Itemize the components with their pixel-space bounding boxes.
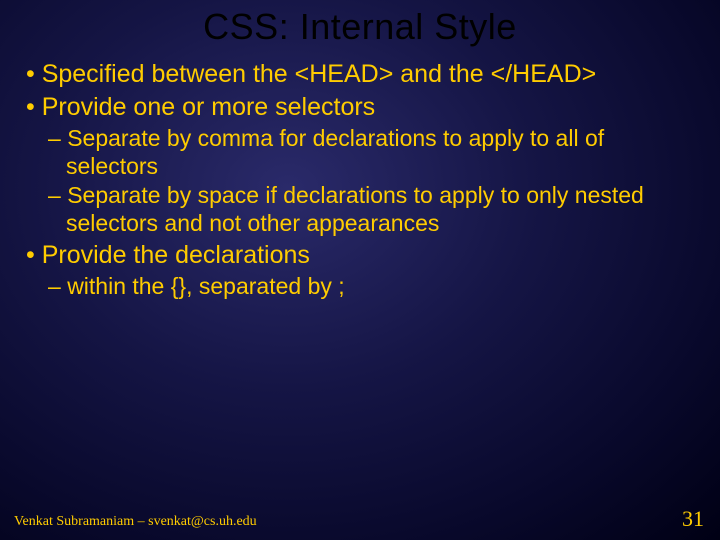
page-number: 31: [682, 506, 704, 532]
slide-title: CSS: Internal Style: [0, 0, 720, 48]
bullet-level1: Specified between the <HEAD> and the </H…: [26, 59, 702, 89]
footer-author: Venkat Subramaniam – svenkat@cs.uh.edu: [14, 514, 257, 530]
bullet-level2: Separate by space if declarations to app…: [48, 182, 702, 237]
bullet-level2: within the {}, separated by ;: [48, 273, 702, 301]
slide: CSS: Internal Style Specified between th…: [0, 0, 720, 540]
bullet-level1: Provide the declarations: [26, 240, 702, 270]
bullet-level1: Provide one or more selectors: [26, 92, 702, 122]
slide-content: Specified between the <HEAD> and the </H…: [0, 48, 720, 301]
bullet-level2: Separate by comma for declarations to ap…: [48, 125, 702, 180]
